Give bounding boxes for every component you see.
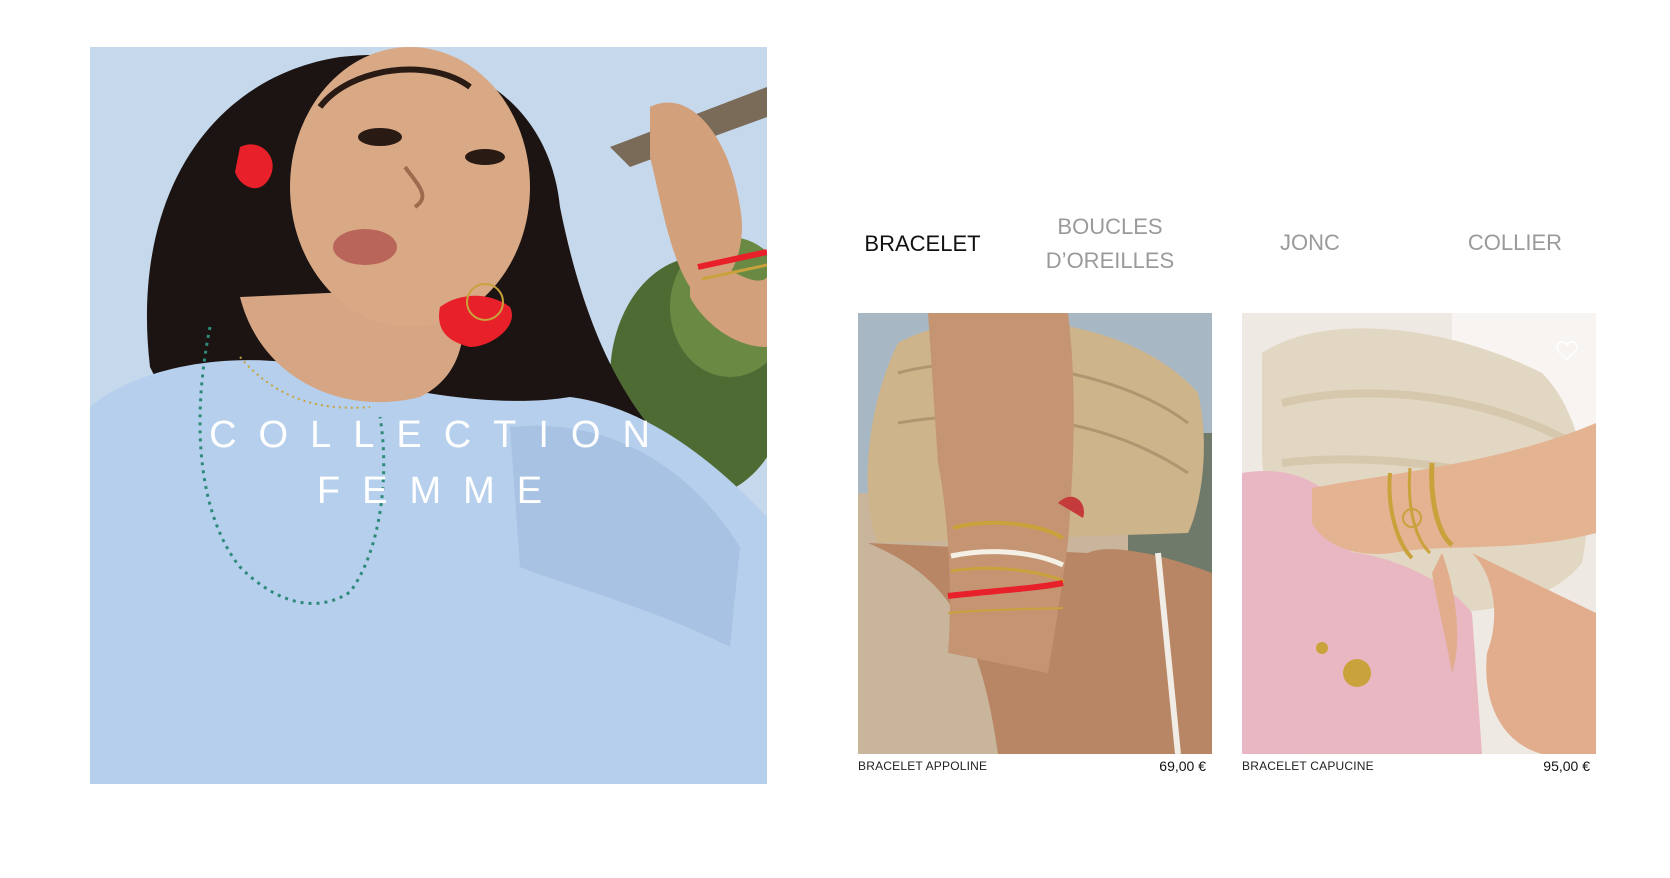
product-card[interactable]: BRACELET APPOLINE 69,00 €	[858, 313, 1212, 774]
product-image[interactable]	[858, 313, 1212, 754]
hero-title-line1: COLLECTION	[209, 414, 672, 456]
product-card[interactable]: BRACELET CAPUCINE 95,00 €	[1242, 313, 1596, 774]
product-price: 69,00 €	[1159, 758, 1206, 774]
tab-boucles-doreilles[interactable]: BOUCLES D’OREILLES	[1010, 210, 1210, 278]
tab-collier[interactable]: COLLIER	[1420, 226, 1610, 260]
product-name[interactable]: BRACELET CAPUCINE	[1242, 759, 1374, 773]
tab-jonc[interactable]: JONC	[1240, 226, 1380, 260]
heart-icon[interactable]	[1556, 341, 1578, 361]
category-tabs: BRACELET BOUCLES D’OREILLES JONC COLLIER	[835, 205, 1595, 280]
hero-banner[interactable]: COLLECTION FEMME	[90, 47, 767, 784]
hero-title-line2: FEMME	[316, 470, 565, 512]
product-name[interactable]: BRACELET APPOLINE	[858, 759, 987, 773]
product-price: 95,00 €	[1543, 758, 1590, 774]
product-image[interactable]	[1242, 313, 1596, 754]
tab-bracelet[interactable]: BRACELET	[835, 227, 1010, 261]
